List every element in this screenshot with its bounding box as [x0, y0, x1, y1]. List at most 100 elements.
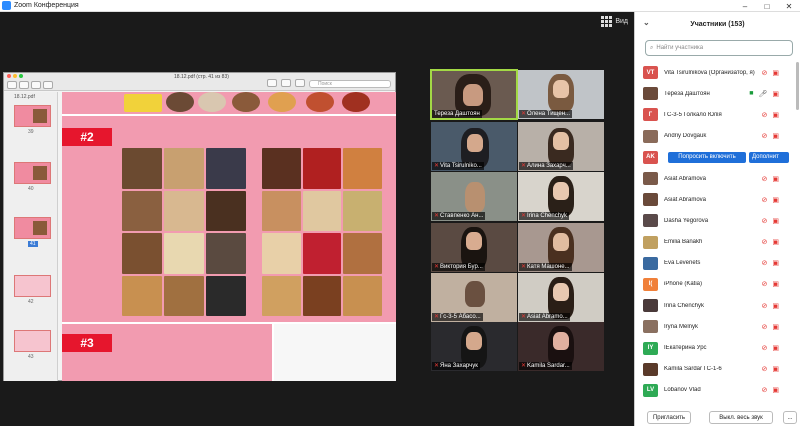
invite-button[interactable]: Пригласить — [647, 411, 691, 424]
camera-off-icon[interactable]: ▣ — [772, 344, 779, 352]
mic-muted-icon[interactable]: ⊘ — [762, 238, 768, 246]
minimize-button[interactable]: – — [734, 0, 756, 12]
window-traffic-lights — [7, 74, 23, 78]
participant-name: Тереза Даштоян — [664, 90, 710, 97]
participant-row[interactable]: Asiat Abramova ⊘ ▣ — [635, 168, 800, 189]
view-button[interactable]: Вид — [601, 16, 628, 27]
shared-screen[interactable]: 18.12.pdf (стр. 41 из 83) Поиск 18.12.pd… — [3, 72, 396, 381]
thumbnail-page[interactable] — [14, 330, 51, 352]
participant-row[interactable]: Asiat Abramova ⊘ ▣ — [635, 189, 800, 210]
camera-off-icon[interactable]: ▣ — [772, 217, 779, 225]
participant-row[interactable]: Iryna Melnyk ⊘ ▣ — [635, 316, 800, 337]
thumbnail-page[interactable] — [14, 105, 51, 127]
avatar — [643, 362, 658, 376]
video-tile[interactable]: ✕ Катя Машоне... — [518, 223, 604, 272]
video-tile[interactable]: ✕ Kamila Sardar... — [518, 322, 604, 371]
video-tile[interactable]: ✕ Олена Тищен... — [518, 70, 604, 119]
mic-muted-icon: ✕ — [521, 264, 527, 270]
camera-off-icon[interactable]: ▣ — [772, 238, 779, 246]
more-button[interactable]: ... — [783, 411, 797, 424]
video-tile[interactable]: ✕ Виктория Бур... — [431, 223, 517, 272]
mic-muted-icon[interactable]: ⊘ — [762, 217, 768, 225]
participants-header: ⌄ Участники (153) — [635, 12, 800, 36]
participants-panel: ⌄ Участники (153) ⌕ Найти участника VT V… — [634, 12, 800, 426]
camera-off-icon[interactable]: ▣ — [772, 90, 779, 98]
participant-row[interactable]: I( iPhone (Katia) ⊘ ▣ — [635, 274, 800, 295]
mic-muted-icon[interactable]: ⊘ — [762, 280, 768, 288]
markup-icon[interactable] — [267, 79, 277, 87]
pdf-page: #2 #3 — [62, 92, 396, 381]
camera-off-icon[interactable]: ▣ — [772, 175, 779, 183]
brand-logo — [124, 94, 162, 112]
avatar — [643, 299, 658, 313]
participant-name: Asiat Abramova — [664, 175, 707, 182]
close-button[interactable]: ✕ — [778, 0, 800, 12]
share-icon[interactable] — [43, 80, 53, 89]
ask-unmute-button[interactable]: Попросить включить — [668, 151, 746, 163]
thumbnail-page[interactable] — [14, 275, 51, 297]
camera-on-icon[interactable]: ■ — [749, 90, 753, 97]
camera-off-icon[interactable]: ▣ — [772, 365, 779, 373]
participant-row[interactable]: Andriy Dovgauk ⊘ ▣ — [635, 126, 800, 147]
camera-off-icon[interactable]: ▣ — [772, 69, 779, 77]
mic-muted-icon[interactable]: ⊘ — [762, 111, 768, 119]
video-tile[interactable]: Тереза Даштоян — [430, 69, 518, 120]
pdf-doc-title: 18.12.pdf (стр. 41 из 83) — [174, 74, 229, 80]
mic-muted-icon[interactable]: ⊘ — [762, 175, 768, 183]
video-tile[interactable]: ✕ Алина Захарч... — [518, 122, 604, 171]
more-options-button[interactable]: Дополнит — [749, 151, 789, 163]
mic-muted-icon: ✕ — [434, 213, 440, 219]
avatar: AK — [643, 150, 658, 164]
participant-row[interactable]: Irina Chenchyk ⊘ ▣ — [635, 295, 800, 316]
video-tile[interactable]: ✕ Vita Tsirulniko... — [431, 122, 517, 171]
participant-row[interactable]: Emilia Banakh ⊘ ▣ — [635, 232, 800, 253]
mic-muted-icon[interactable]: ⊘ — [762, 365, 768, 373]
mute-all-button[interactable]: Выкл. весь звук — [709, 411, 773, 424]
video-tile[interactable]: ✕ Irina Chenchyk — [518, 172, 604, 221]
participant-name: iPhone (Katia) — [664, 281, 703, 288]
camera-off-icon[interactable]: ▣ — [772, 111, 779, 119]
camera-off-icon[interactable]: ▣ — [772, 259, 779, 267]
participant-row[interactable]: Тереза Даштоян ■ 🎤︎ ▣ — [635, 83, 800, 104]
annotate-icon[interactable] — [295, 79, 305, 87]
participant-row[interactable]: Dasha Yegorova ⊘ ▣ — [635, 210, 800, 231]
sidebar-toggle-icon[interactable] — [7, 80, 17, 89]
participant-search-input[interactable]: ⌕ Найти участника — [645, 40, 793, 56]
participant-row[interactable]: LV Lobanov Vlad ⊘ ▣ — [635, 380, 800, 401]
rotate-icon[interactable] — [281, 79, 291, 87]
camera-off-icon[interactable]: ▣ — [772, 132, 779, 140]
mic-on-icon[interactable]: 🎤︎ — [758, 90, 767, 98]
participant-row[interactable]: Kamila Sardar ГС-1-6 ⊘ ▣ — [635, 359, 800, 380]
pdf-search-input[interactable]: Поиск — [309, 80, 391, 88]
video-tile[interactable]: ✕ Гс-3-5 Абасо... — [431, 273, 517, 322]
mic-muted-icon[interactable]: ⊘ — [762, 196, 768, 204]
camera-off-icon[interactable]: ▣ — [772, 302, 779, 310]
zoom-in-icon[interactable] — [31, 80, 41, 89]
mic-muted-icon[interactable]: ⊘ — [762, 344, 768, 352]
participant-row[interactable]: VT Vita Tsirulnikova (Организатор, я) ⊘ ▣ — [635, 62, 800, 83]
thumbnail-page[interactable] — [14, 217, 51, 239]
mic-muted-icon[interactable]: ⊘ — [762, 323, 768, 331]
participant-row[interactable]: IY IЕкатерина Урс ⊘ ▣ — [635, 337, 800, 358]
camera-off-icon[interactable]: ▣ — [772, 386, 779, 394]
camera-off-icon[interactable]: ▣ — [772, 323, 779, 331]
mic-muted-icon[interactable]: ⊘ — [762, 259, 768, 267]
thumbnail-page-number: 42 — [28, 299, 34, 305]
video-tile[interactable]: ✕ Ставпенко Ан... — [431, 172, 517, 221]
mic-muted-icon[interactable]: ⊘ — [762, 132, 768, 140]
mic-muted-icon[interactable]: ⊘ — [762, 386, 768, 394]
chevron-down-icon[interactable]: ⌄ — [643, 18, 650, 27]
participant-row[interactable]: AK Попросить включить Дополнит — [635, 147, 800, 168]
maximize-button[interactable]: □ — [756, 0, 778, 12]
video-tile[interactable]: ✕ Яна Захарчук — [431, 322, 517, 371]
mic-muted-icon[interactable]: ⊘ — [762, 69, 768, 77]
video-tile[interactable]: ✕ Asiat Abramo... — [518, 273, 604, 322]
camera-off-icon[interactable]: ▣ — [772, 280, 779, 288]
mic-muted-icon[interactable]: ⊘ — [762, 302, 768, 310]
thumbnail-page[interactable] — [14, 162, 51, 184]
participant-row[interactable]: Г ГС-3-5 Голкало Юлія ⊘ ▣ — [635, 104, 800, 125]
zoom-out-icon[interactable] — [19, 80, 29, 89]
slide-2: #2 — [62, 116, 396, 322]
participant-row[interactable]: Eva Levenets ⊘ ▣ — [635, 253, 800, 274]
camera-off-icon[interactable]: ▣ — [772, 196, 779, 204]
